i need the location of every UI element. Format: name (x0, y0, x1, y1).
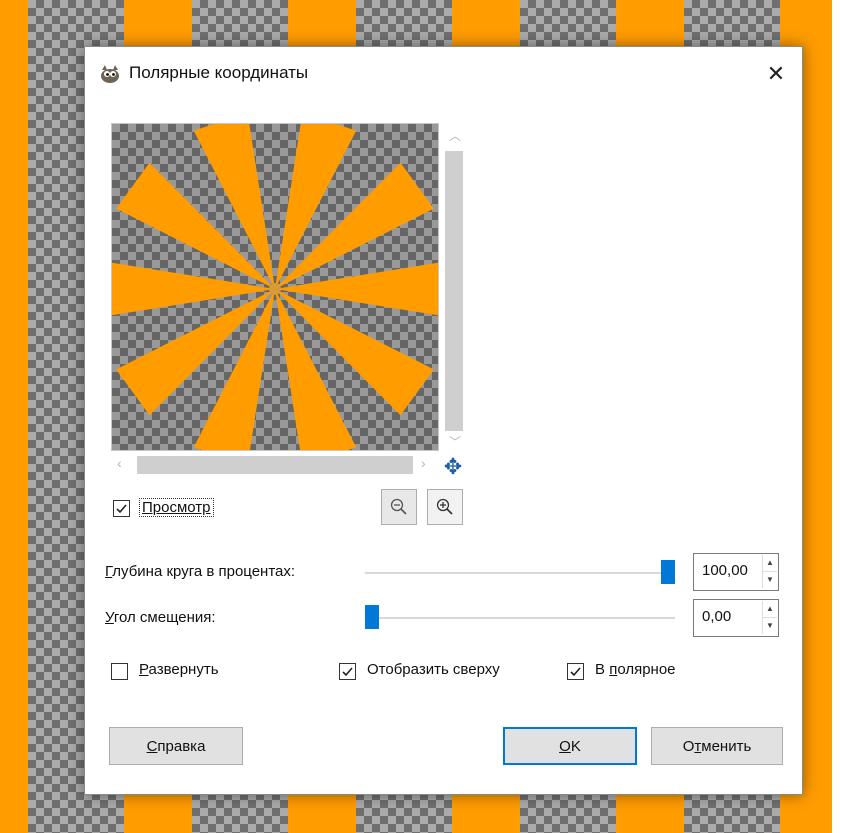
angle-value: 0,00 (702, 608, 732, 625)
scroll-right-arrow-icon[interactable]: › (421, 455, 426, 471)
angle-slider-thumb[interactable] (365, 605, 379, 629)
ok-button-label: OK (559, 737, 581, 755)
canvas-orange-stripe (0, 0, 28, 833)
depth-slider-thumb[interactable] (661, 560, 675, 584)
flip-label-text: азвернуть (148, 661, 219, 678)
angle-decrement-icon[interactable]: ▼ (762, 618, 777, 634)
polar-coordinates-dialog: Полярные координаты ✕ ︿ ﹀ ‹ › ✥ Просмотр (84, 46, 803, 795)
preview-checkbox[interactable] (113, 500, 130, 517)
depth-increment-icon[interactable]: ▲ (762, 555, 777, 572)
map-from-top-checkbox[interactable] (339, 663, 356, 680)
to-polar-label-text: В полярное (595, 661, 676, 678)
angle-increment-icon[interactable]: ▲ (762, 601, 777, 618)
map-from-top-label[interactable]: Отобразить сверху (367, 661, 500, 678)
preview-checkbox-label[interactable]: Просмотр (139, 498, 214, 517)
angle-label-text: гол смещения: (113, 609, 216, 626)
preview-vertical-scrollbar[interactable]: ︿ ﹀ (443, 123, 465, 449)
angle-slider-track[interactable] (365, 617, 675, 619)
depth-label-text: лубина круга в процентах: (112, 563, 296, 580)
preview-area[interactable] (111, 123, 439, 451)
flip-checkbox[interactable] (111, 663, 128, 680)
cancel-button-label: Отменить (682, 737, 752, 755)
vertical-scroll-thumb[interactable] (445, 151, 463, 431)
zoom-in-button[interactable] (427, 489, 463, 525)
checkmark-icon (342, 667, 353, 677)
depth-slider-track[interactable] (365, 572, 675, 574)
help-button-label: Справка (146, 737, 206, 755)
depth-decrement-icon[interactable]: ▼ (762, 572, 777, 588)
zoom-out-button[interactable] (381, 489, 417, 525)
close-button[interactable]: ✕ (757, 56, 795, 92)
scroll-left-arrow-icon[interactable]: ‹ (117, 455, 122, 471)
zoom-in-icon (436, 498, 453, 515)
close-icon: ✕ (766, 61, 786, 86)
help-button[interactable]: Справка (109, 727, 243, 765)
map-from-top-label-text: Отобразить сверху (367, 661, 500, 678)
checkmark-icon (570, 667, 581, 677)
ok-button[interactable]: OK (503, 727, 637, 765)
preview-horizontal-scrollbar[interactable]: ‹ › (111, 453, 437, 475)
depth-value: 100,00 (702, 562, 748, 579)
cancel-button[interactable]: Отменить (651, 727, 783, 765)
to-polar-label[interactable]: В полярное (595, 661, 676, 678)
preview-image (112, 124, 438, 450)
checkmark-icon (116, 504, 127, 514)
scroll-up-arrow-icon[interactable]: ︿ (449, 127, 461, 144)
angle-label: Угол смещения: (105, 609, 216, 626)
scroll-down-arrow-icon[interactable]: ﹀ (449, 433, 461, 450)
flip-label[interactable]: Развернуть (139, 661, 219, 678)
depth-spinbox[interactable]: 100,00 ▲ ▼ (693, 553, 779, 591)
zoom-out-icon (390, 498, 407, 515)
horizontal-scroll-thumb[interactable] (137, 456, 413, 474)
move-navigate-icon[interactable]: ✥ (441, 455, 465, 479)
dialog-titlebar: Полярные координаты ✕ (85, 47, 802, 101)
dialog-title: Полярные координаты (129, 63, 309, 82)
angle-spinbox[interactable]: 0,00 ▲ ▼ (693, 599, 779, 637)
depth-label: Глубина круга в процентах: (105, 563, 296, 580)
to-polar-checkbox[interactable] (567, 663, 584, 680)
gimp-wilber-icon (99, 64, 121, 84)
